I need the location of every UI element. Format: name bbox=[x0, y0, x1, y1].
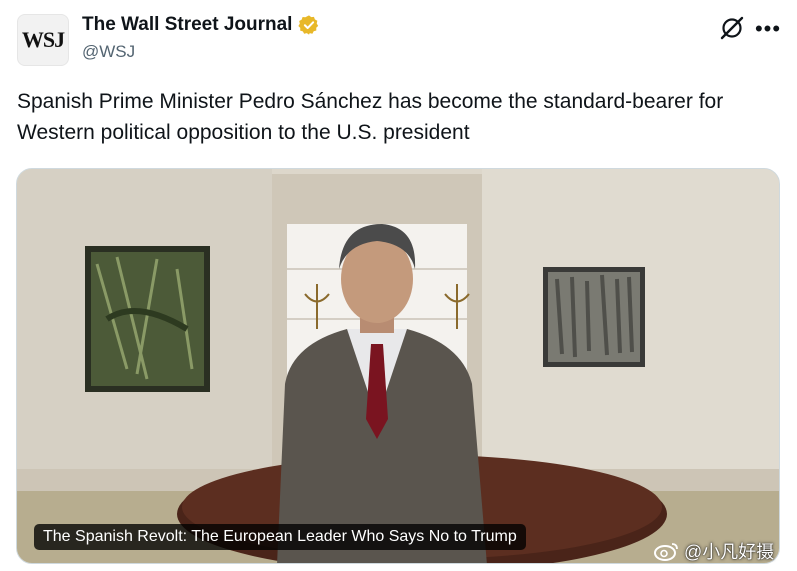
watermark-text: @小凡好摄 bbox=[684, 542, 775, 562]
account-name-row: The Wall Street Journal bbox=[82, 14, 320, 36]
grok-icon[interactable] bbox=[719, 15, 745, 41]
tweet-media-image[interactable] bbox=[16, 168, 780, 564]
avatar-logo-text: WSJ bbox=[21, 27, 65, 52]
more-icon[interactable]: ••• bbox=[755, 17, 780, 41]
tweet-text: Spanish Prime Minister Pedro Sánchez has… bbox=[17, 90, 724, 144]
account-handle[interactable]: @WSJ bbox=[82, 42, 135, 62]
display-name[interactable]: The Wall Street Journal bbox=[82, 14, 292, 36]
account-avatar[interactable]: WSJ bbox=[17, 14, 69, 66]
verified-badge-icon bbox=[298, 15, 319, 35]
watermark: @小凡好摄 bbox=[654, 538, 774, 564]
weibo-icon bbox=[654, 543, 678, 561]
media-caption[interactable]: The Spanish Revolt: The European Leader … bbox=[34, 524, 526, 550]
media-photo bbox=[17, 169, 779, 563]
